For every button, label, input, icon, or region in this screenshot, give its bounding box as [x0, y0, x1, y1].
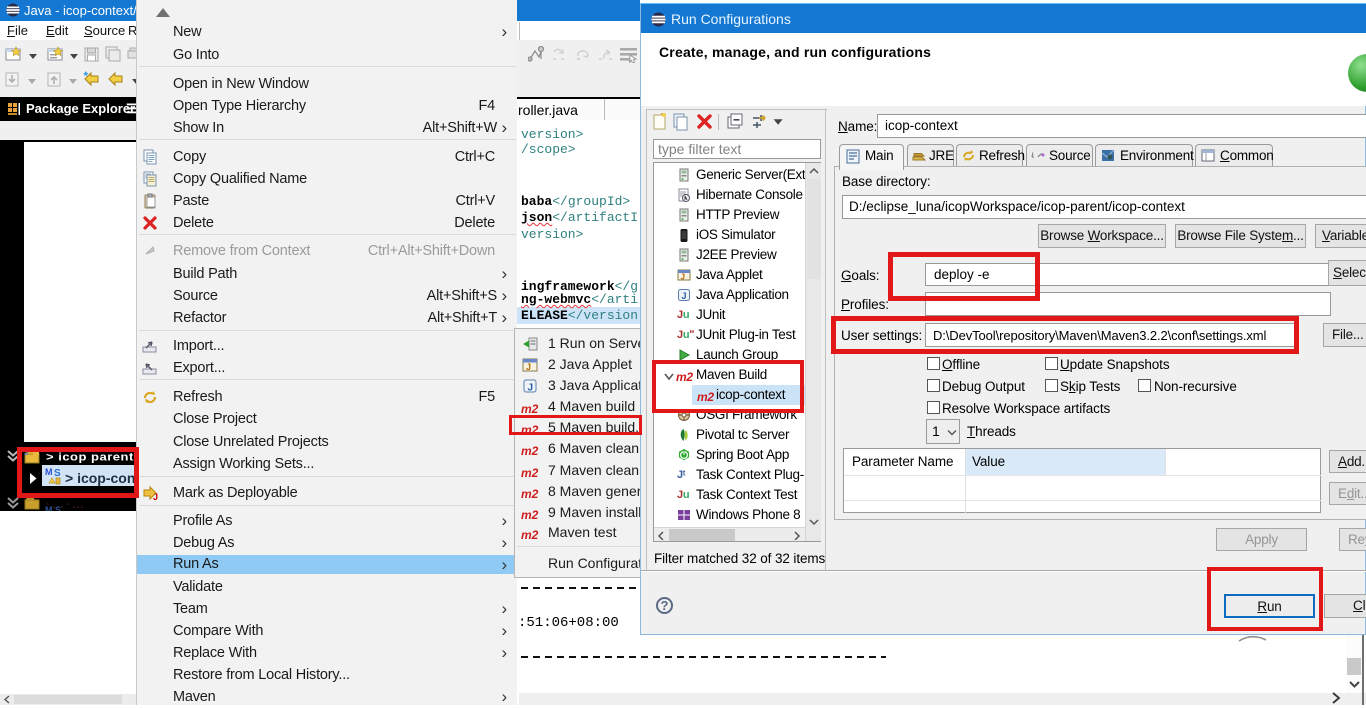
- svg-text:J: J: [526, 362, 531, 372]
- svg-text:J: J: [682, 291, 687, 301]
- svg-text:J: J: [528, 383, 534, 394]
- svg-text:J: J: [153, 492, 158, 501]
- svg-text:ʵ: ʵ: [1031, 151, 1034, 162]
- svg-text:J: J: [681, 273, 685, 282]
